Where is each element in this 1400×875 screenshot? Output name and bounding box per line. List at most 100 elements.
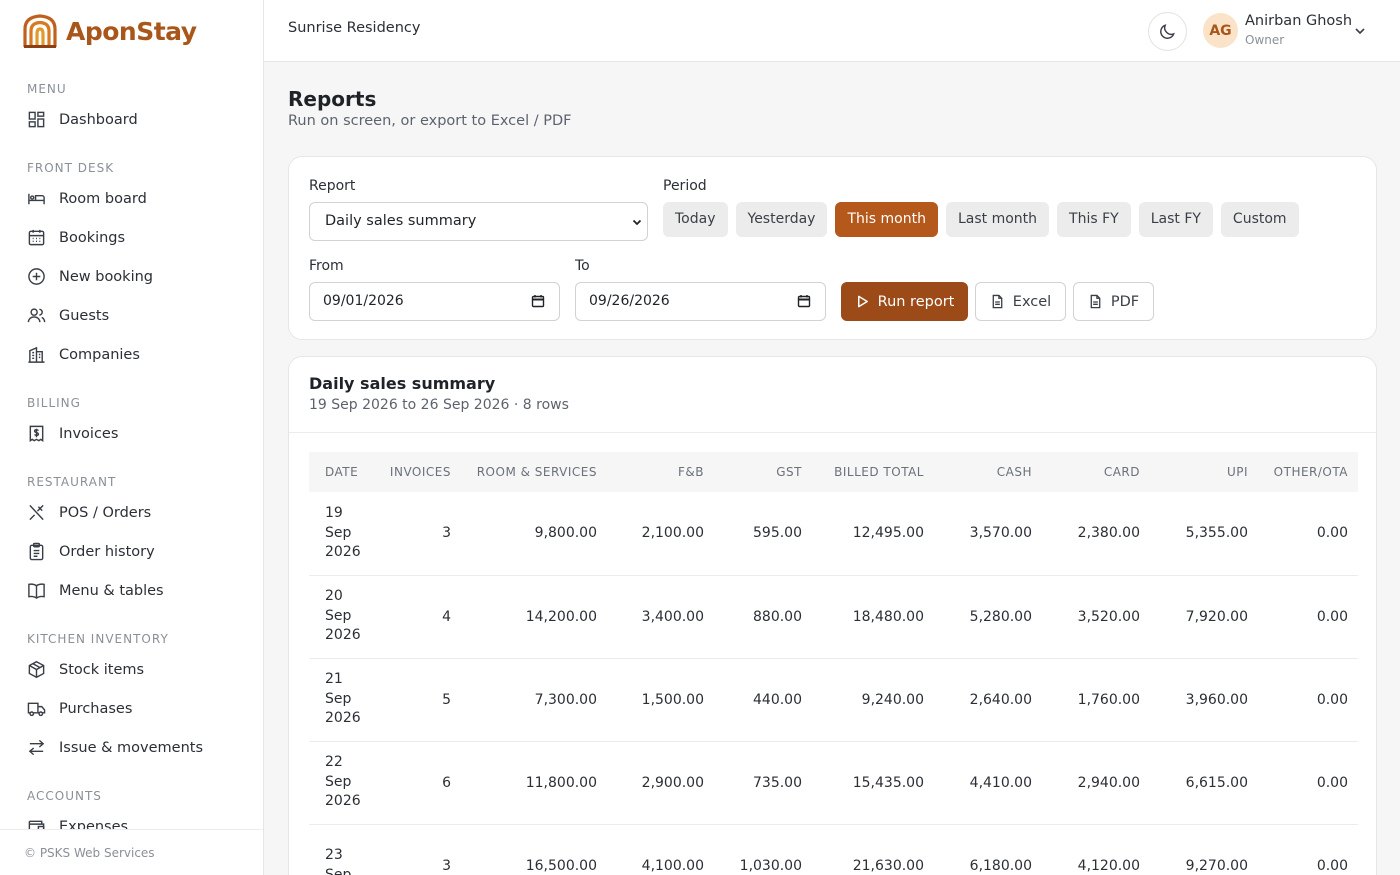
table-row[interactable]: 21 Sep 2026 5 7,300.00 1,500.00 440.00 9,240.00…	[309, 658, 1358, 742]
cell-card: 4,120.00	[1042, 824, 1150, 875]
cell-other-ota: 0.00	[1258, 741, 1358, 825]
sidebar-item-label: Stock items	[59, 661, 145, 678]
period-yesterday[interactable]: Yesterday	[735, 202, 828, 237]
run-report-button[interactable]: Run report	[841, 282, 968, 321]
sidebar-item-label: Invoices	[59, 425, 119, 442]
cell-gst: 1,030.00	[714, 824, 812, 875]
from-date-input[interactable]: 09/01/2026	[309, 282, 560, 321]
truck-icon	[27, 702, 46, 717]
calendar-icon[interactable]	[797, 294, 811, 308]
cell-date: 20 Sep 2026	[309, 575, 381, 659]
report-meta: 19 Sep 2026 to 26 Sep 2026 · 8 rows	[309, 397, 569, 413]
sidebar-item-issue-movements[interactable]: Issue & movements	[0, 728, 263, 767]
cell-upi: 7,920.00	[1150, 575, 1258, 659]
sidebar-item-label: Guests	[59, 307, 110, 324]
export-excel-button[interactable]: Excel	[975, 282, 1066, 321]
divider	[289, 432, 1376, 433]
user-name[interactable]: Anirban Ghosh	[1245, 13, 1352, 29]
calendar-icon[interactable]	[531, 294, 545, 308]
cell-other-ota: 0.00	[1258, 824, 1358, 875]
cell-billed-total: 15,435.00	[812, 741, 934, 825]
box-icon	[28, 660, 45, 679]
calendar-icon	[28, 229, 45, 246]
nav-section-kitchen-inventory: KITCHEN INVENTORY	[27, 632, 169, 646]
nav-section-restaurant: RESTAURANT	[27, 475, 117, 489]
sidebar-item-invoices[interactable]: Invoices	[0, 414, 263, 453]
period-this-fy[interactable]: This FY	[1057, 202, 1131, 237]
sidebar-item-dashboard[interactable]: Dashboard	[0, 100, 263, 139]
sidebar-footer: © PSKS Web Services	[0, 829, 263, 875]
cell-invoices: 3	[381, 492, 461, 576]
cell-upi: 9,270.00	[1150, 824, 1258, 875]
sidebar-item-room-board[interactable]: Room board	[0, 179, 263, 218]
to-date-value: 09/26/2026	[589, 293, 670, 309]
sidebar-item-order-history[interactable]: Order history	[0, 532, 263, 571]
sidebar-item-purchases[interactable]: Purchases	[0, 689, 263, 728]
utensils-icon	[29, 504, 44, 521]
sidebar-item-label: Purchases	[59, 700, 133, 717]
table-row[interactable]: 22 Sep 2026 6 11,800.00 2,900.00 735.00 15,435.…	[309, 741, 1358, 825]
sidebar-item-companies[interactable]: Companies	[0, 335, 263, 374]
from-label: From	[309, 258, 344, 274]
period-today[interactable]: Today	[663, 202, 728, 237]
chevron-down-icon[interactable]	[1353, 24, 1367, 38]
period-this-month[interactable]: This month	[835, 202, 938, 237]
brand-logo[interactable]: AponStay	[22, 12, 197, 50]
page-subtitle: Run on screen, or export to Excel / PDF	[288, 113, 572, 129]
period-last-month[interactable]: Last month	[945, 202, 1050, 237]
column-header-room-services: ROOM & SERVICES	[461, 452, 607, 492]
cell-invoices: 4	[381, 575, 461, 659]
column-header-invoices: INVOICES	[381, 452, 461, 492]
column-header-billed-total: BILLED TOTAL	[812, 452, 934, 492]
cell-gst: 880.00	[714, 575, 812, 659]
cell-invoices: 5	[381, 658, 461, 742]
column-header-upi: UPI	[1150, 452, 1258, 492]
table-header-row: DATE INVOICES ROOM & SERVICES F&B GST BI…	[309, 452, 1358, 492]
cell-room-services: 16,500.00	[461, 824, 607, 875]
avatar[interactable]: AG	[1203, 13, 1238, 48]
cell-invoices: 3	[381, 824, 461, 875]
table-row[interactable]: 19 Sep 2026 3 9,800.00 2,100.00 595.00 12,495.0…	[309, 492, 1358, 576]
period-last-fy[interactable]: Last FY	[1138, 202, 1213, 237]
nav-section-accounts: ACCOUNTS	[27, 789, 102, 803]
cell-date: 21 Sep 2026	[309, 658, 381, 742]
cell-date: 22 Sep 2026	[309, 741, 381, 825]
cell-room-services: 14,200.00	[461, 575, 607, 659]
report-filter-card: Report Daily sales summary Period Today …	[288, 156, 1377, 340]
table-row[interactable]: 23 Sep 3 16,500.00 4,100.00 1,030.00 21,630.00…	[309, 824, 1358, 875]
page-title: Reports	[288, 87, 377, 111]
sidebar-item-guests[interactable]: Guests	[0, 296, 263, 335]
sidebar-item-new-booking[interactable]: New booking	[0, 257, 263, 296]
theme-toggle-button[interactable]	[1148, 12, 1187, 51]
export-pdf-button[interactable]: PDF	[1073, 282, 1154, 321]
users-icon	[27, 308, 46, 323]
sidebar-item-label: Bookings	[59, 229, 126, 246]
cell-upi: 3,960.00	[1150, 658, 1258, 742]
sidebar-item-pos-orders[interactable]: POS / Orders	[0, 493, 263, 532]
report-select[interactable]: Daily sales summary	[309, 202, 648, 241]
cell-other-ota: 0.00	[1258, 575, 1358, 659]
play-icon	[857, 295, 868, 308]
cell-fnb: 2,100.00	[607, 492, 714, 576]
to-date-input[interactable]: 09/26/2026	[575, 282, 826, 321]
bed-icon	[28, 193, 45, 205]
cell-card: 1,760.00	[1042, 658, 1150, 742]
period-custom[interactable]: Custom	[1220, 202, 1299, 237]
receipt-icon	[29, 425, 44, 442]
sidebar-item-label: Issue & movements	[59, 739, 203, 756]
arrows-icon	[28, 739, 45, 756]
property-name[interactable]: Sunrise Residency	[288, 20, 420, 36]
cell-fnb: 4,100.00	[607, 824, 714, 875]
sidebar-item-label: Companies	[59, 346, 140, 363]
sidebar-item-stock-items[interactable]: Stock items	[0, 650, 263, 689]
run-report-label: Run report	[877, 293, 955, 310]
cell-billed-total: 9,240.00	[812, 658, 934, 742]
plus-circle-icon	[28, 268, 45, 285]
sidebar-item-label: Order history	[59, 543, 155, 560]
table-row[interactable]: 20 Sep 2026 4 14,200.00 3,400.00 880.00 18,480.…	[309, 575, 1358, 659]
sidebar-item-label: POS / Orders	[59, 504, 152, 521]
cell-room-services: 11,800.00	[461, 741, 607, 825]
brand-name: AponStay	[66, 16, 197, 46]
sidebar-item-bookings[interactable]: Bookings	[0, 218, 263, 257]
sidebar-item-menu-tables[interactable]: Menu & tables	[0, 571, 263, 610]
